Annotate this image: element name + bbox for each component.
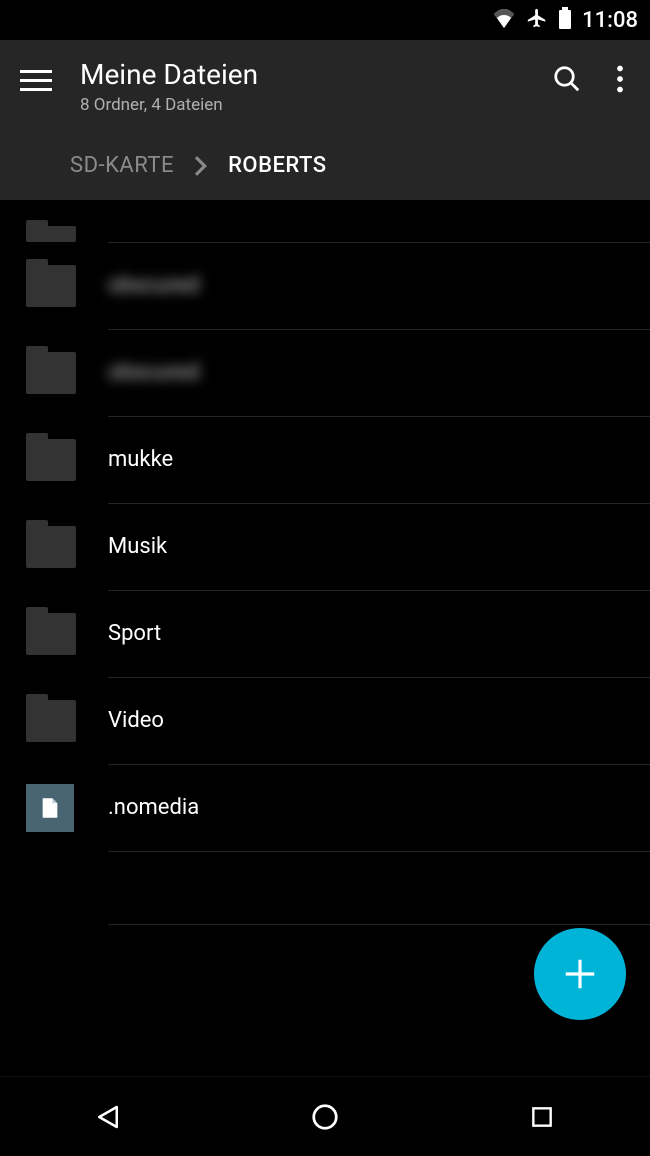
chevron-right-icon xyxy=(194,156,208,176)
more-button[interactable] xyxy=(616,65,624,97)
list-item[interactable]: Aufnahmen xyxy=(0,200,650,242)
wifi-icon xyxy=(492,8,516,32)
folder-icon xyxy=(26,265,76,307)
breadcrumb-root[interactable]: SD-KARTE xyxy=(70,153,174,178)
list-item[interactable]: mukke xyxy=(0,417,650,503)
nav-bar xyxy=(0,1076,650,1156)
status-bar: 11:08 xyxy=(0,0,650,40)
file-list[interactable]: Aufnahmen obscured obscured mukke Musik Sport… xyxy=(0,200,650,925)
folder-icon xyxy=(26,439,76,481)
menu-button[interactable] xyxy=(20,64,52,96)
list-item[interactable]: Sport xyxy=(0,591,650,677)
recent-button[interactable] xyxy=(502,1087,582,1147)
search-button[interactable] xyxy=(552,64,582,98)
folder-icon xyxy=(26,226,76,242)
list-item[interactable]: obscured xyxy=(0,330,650,416)
folder-icon xyxy=(26,613,76,655)
item-name: Video xyxy=(108,708,650,734)
add-button[interactable] xyxy=(534,928,626,1020)
page-title: Meine Dateien xyxy=(80,58,552,91)
back-button[interactable] xyxy=(68,1087,148,1147)
list-item[interactable]: .nomedia xyxy=(0,765,650,851)
folder-icon xyxy=(26,352,76,394)
item-name: Sport xyxy=(108,621,650,647)
item-name: obscured xyxy=(108,273,650,299)
battery-icon xyxy=(558,7,572,33)
breadcrumb: SD-KARTE ROBERTS xyxy=(0,131,650,200)
breadcrumb-current: ROBERTS xyxy=(228,153,326,178)
item-name: obscured xyxy=(108,360,650,386)
folder-icon xyxy=(26,700,76,742)
file-icon xyxy=(26,784,74,832)
list-item[interactable]: obscured xyxy=(0,243,650,329)
status-time: 11:08 xyxy=(582,8,638,33)
item-name: .nomedia xyxy=(108,795,650,821)
toolbar: Meine Dateien 8 Ordner, 4 Dateien xyxy=(0,40,650,131)
airplane-icon xyxy=(526,7,548,33)
home-button[interactable] xyxy=(285,1087,365,1147)
list-item[interactable]: Musik xyxy=(0,504,650,590)
page-subtitle: 8 Ordner, 4 Dateien xyxy=(80,95,552,115)
item-name: Musik xyxy=(108,534,650,560)
list-item[interactable]: Video xyxy=(0,678,650,764)
item-name: mukke xyxy=(108,447,650,473)
folder-icon xyxy=(26,526,76,568)
